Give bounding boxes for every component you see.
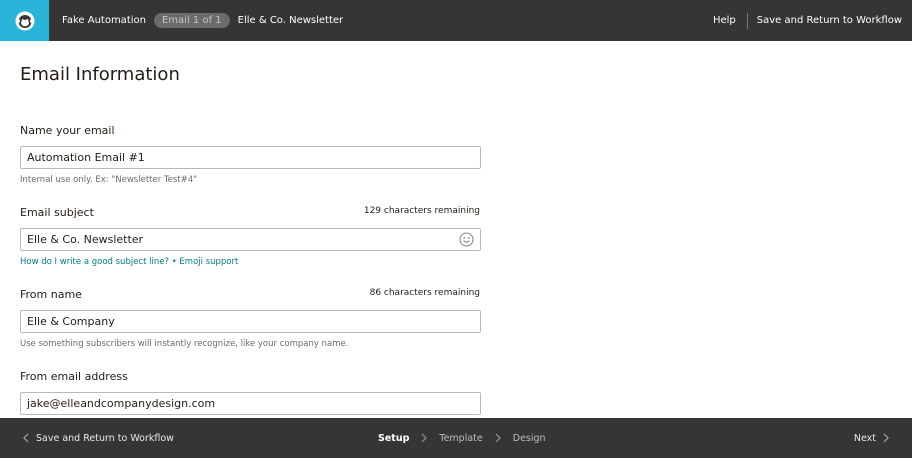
email-count-badge[interactable]: Email 1 of 1 <box>153 13 230 28</box>
save-return-link[interactable]: Save and Return to Workflow <box>757 15 902 26</box>
next-label: Next <box>853 432 876 444</box>
breadcrumb: Fake Automation Email 1 of 1 Elle & Co. … <box>62 0 343 41</box>
emoji-support-link[interactable]: Emoji support <box>179 257 238 267</box>
email-name-input[interactable]: Automation Email #1 <box>20 146 481 169</box>
next-button[interactable]: Next <box>854 418 890 458</box>
chevron-left-icon <box>23 433 29 443</box>
step-design[interactable]: Design <box>513 433 546 444</box>
from-name-input[interactable]: Elle & Company <box>20 310 481 333</box>
link-separator: • <box>169 257 180 267</box>
from-name-characters-remaining: 86 characters remaining <box>369 288 480 298</box>
chimp-icon <box>15 11 34 30</box>
breadcrumb-email-name: Elle & Co. Newsletter <box>237 15 344 26</box>
help-link[interactable]: Help <box>713 15 736 26</box>
email-subject-label: Email subject <box>20 206 94 219</box>
from-name-label: From name <box>20 288 82 301</box>
email-subject-value: Elle & Co. Newsletter <box>27 233 144 246</box>
bottom-bar: Save and Return to Workflow Setup Templa… <box>0 418 912 458</box>
email-subject-input[interactable]: Elle & Co. Newsletter <box>20 228 481 251</box>
from-email-label: From email address <box>20 370 128 383</box>
step-setup[interactable]: Setup <box>378 433 409 444</box>
step-navigation: Setup Template Design <box>378 418 546 458</box>
top-bar: Fake Automation Email 1 of 1 Elle & Co. … <box>0 0 912 41</box>
chevron-right-icon <box>421 433 428 443</box>
from-name-hint: Use something subscribers will instantly… <box>20 339 349 349</box>
header-actions: Help Save and Return to Workflow <box>713 0 902 41</box>
email-name-hint: Internal use only. Ex: "Newsletter Test#… <box>20 175 198 185</box>
subject-characters-remaining: 129 characters remaining <box>363 206 480 216</box>
back-label: Save and Return to Workflow <box>36 432 174 444</box>
page-title: Email Information <box>20 64 180 85</box>
chevron-right-icon <box>495 433 501 443</box>
email-name-label: Name your email <box>20 124 115 137</box>
subject-help-links: How do I write a good subject line? • Em… <box>20 257 238 267</box>
breadcrumb-automation[interactable]: Fake Automation <box>62 15 146 26</box>
from-name-value: Elle & Company <box>27 315 115 328</box>
subject-line-help-link[interactable]: How do I write a good subject line? <box>20 257 169 267</box>
chevron-right-icon <box>883 433 889 443</box>
step-template[interactable]: Template <box>439 433 482 444</box>
from-email-value: jake@elleandcompanydesign.com <box>27 397 216 410</box>
email-name-value: Automation Email #1 <box>27 151 145 164</box>
from-email-input[interactable]: jake@elleandcompanydesign.com <box>20 392 481 415</box>
back-to-workflow-button[interactable]: Save and Return to Workflow <box>22 418 174 458</box>
header-divider <box>746 12 748 29</box>
emoji-picker-icon[interactable] <box>459 232 474 247</box>
mailchimp-logo[interactable] <box>0 0 49 41</box>
